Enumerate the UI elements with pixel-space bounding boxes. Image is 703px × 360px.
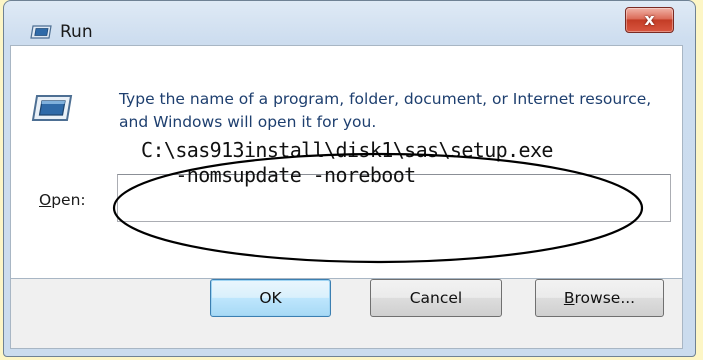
run-icon — [30, 25, 52, 39]
open-command-value[interactable]: C:\sas913install\disk1\sas\setup.exe -no… — [141, 138, 553, 188]
open-label-mnemonic: O — [39, 191, 52, 209]
command-line-1: C:\sas913install\disk1\sas\setup.exe — [141, 138, 553, 162]
browse-button-label: rowse... — [574, 289, 636, 307]
window-title: Run — [60, 22, 93, 42]
ok-button[interactable]: OK — [210, 279, 331, 317]
close-icon: x — [644, 10, 655, 29]
title-bar[interactable]: Run x — [4, 1, 695, 45]
open-label: Open: — [39, 191, 86, 209]
ok-button-label: OK — [259, 289, 282, 307]
run-icon — [31, 95, 73, 121]
close-button[interactable]: x — [625, 7, 674, 33]
cancel-button[interactable]: Cancel — [370, 279, 502, 317]
dialog-description: Type the name of a program, folder, docu… — [119, 90, 652, 131]
cancel-button-label: Cancel — [409, 289, 463, 307]
browse-button[interactable]: Browse... — [535, 279, 664, 317]
command-line-2: -nomsupdate -noreboot — [141, 163, 416, 187]
open-label-text: pen: — [51, 191, 86, 209]
browse-button-mnemonic: B — [563, 289, 575, 307]
